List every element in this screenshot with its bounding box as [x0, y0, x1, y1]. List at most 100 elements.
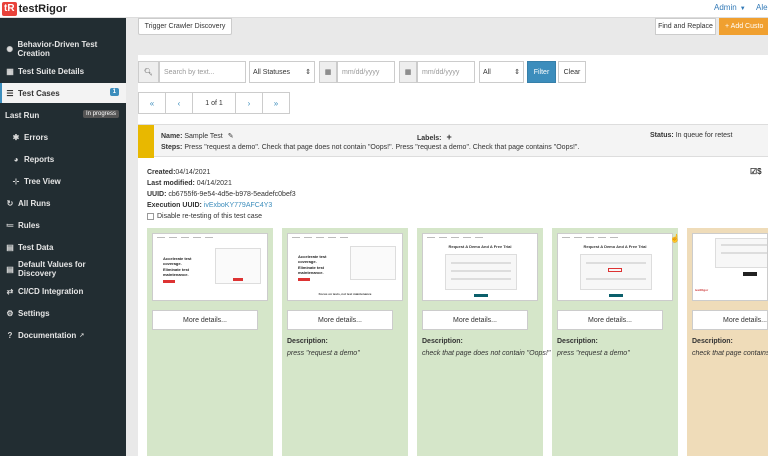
sidebar-item-documentation[interactable]: ? Documentation ↗ [0, 325, 126, 345]
sidebar-item-reports[interactable]: ◕ Reports [0, 149, 126, 169]
sidebar-item-bdd[interactable]: ✺ Behavior-Driven Test Creation [0, 39, 126, 59]
external-link-icon: ↗ [79, 332, 85, 339]
screenshot-thumbnail[interactable]: Request A Demo And A Free Trial [557, 233, 673, 301]
page-info: 1 of 1 [192, 92, 236, 114]
date-to-input[interactable]: mm/dd/yyyy [417, 61, 475, 83]
description-text: check that page contains "Oops!" [692, 350, 768, 357]
table-icon: ▤ [6, 264, 14, 274]
pie-chart-icon: ◕ [13, 154, 19, 164]
screenshot-thumbnail[interactable]: Accelerate test coverage. Eliminate test… [287, 233, 403, 301]
more-details-label: More details... [723, 316, 767, 324]
sidebar-item-label: Test Data [18, 242, 54, 252]
thumb-hero-2: Eliminate test maintenance. [163, 267, 190, 277]
description-text: check that page does not contain "Oops!" [422, 350, 551, 357]
sidebar-item-rules[interactable]: ≔ Rules [0, 215, 126, 235]
more-details-button[interactable]: More details... [692, 310, 768, 330]
steps-label: Steps: [161, 144, 183, 151]
calendar-icon[interactable]: ▦ [319, 61, 337, 83]
sidebar-item-test-data[interactable]: ▤ Test Data [0, 237, 126, 257]
description-label: Description: [422, 338, 463, 345]
history-icon: ↻ [6, 198, 14, 208]
test-case-steps: Steps: Press "request a demo". Check tha… [161, 144, 579, 151]
filter-bar: 🔍︎ Search by text... All Statuses ⇕ ▦ mm… [138, 61, 768, 83]
description-text: press "request a demo" [287, 350, 360, 357]
sidebar-item-cicd[interactable]: ⇄ CI/CD Integration [0, 281, 126, 301]
sidebar-item-label: Behavior-Driven Test Creation [17, 40, 98, 58]
updown-icon: ⇕ [305, 69, 311, 76]
more-details-button[interactable]: More details... [152, 310, 258, 330]
add-label-icon[interactable]: + [446, 132, 451, 142]
date-from-input[interactable]: mm/dd/yyyy [337, 61, 395, 83]
list-icon: ☰ [6, 88, 14, 98]
sidebar-item-all-runs[interactable]: ↻ All Runs [0, 193, 126, 213]
labels-label: Labels: [417, 135, 442, 142]
gears-icon: ⚙ [6, 308, 14, 318]
test-cases-count-badge: 1 [109, 88, 119, 96]
sidebar-item-label: All Runs [18, 198, 51, 208]
trigger-crawler-button[interactable]: Trigger Crawler Discovery [138, 18, 232, 35]
tree-icon: ⊹ [12, 176, 20, 186]
screenshot-card: Accelerate test coverage. Eliminate test… [147, 228, 273, 456]
sidebar: ✺ Behavior-Driven Test Creation ▦ Test S… [0, 18, 126, 456]
clear-button[interactable]: Clear [558, 61, 586, 83]
sidebar-item-label: Test Cases [18, 88, 60, 98]
last-page-button[interactable]: » [262, 92, 290, 114]
sidebar-item-test-cases[interactable]: ☰ Test Cases 1 [0, 83, 126, 103]
thumb-hero-1: Accelerate test coverage. [298, 254, 327, 264]
cicd-icon: ⇄ [6, 286, 14, 296]
status-select[interactable]: All Statuses ⇕ [249, 61, 315, 83]
thumb-logo: testRigor [695, 288, 709, 292]
download-icon[interactable]: ☑$ [750, 167, 762, 176]
sidebar-item-label: Last Run [5, 110, 40, 120]
sidebar-item-settings[interactable]: ⚙ Settings [0, 303, 126, 323]
more-details-button[interactable]: More details... [422, 310, 528, 330]
calendar-icon[interactable]: ▦ [399, 61, 417, 83]
sidebar-item-test-suite-details[interactable]: ▦ Test Suite Details [0, 61, 126, 81]
question-icon: ? [7, 330, 13, 340]
type-select[interactable]: All ⇕ [479, 61, 524, 83]
sidebar-item-tree-view[interactable]: ⊹ Tree View [0, 171, 126, 191]
filter-button[interactable]: Filter [527, 61, 556, 83]
sidebar-item-errors[interactable]: ✱ Errors [0, 127, 126, 147]
sidebar-item-default-values[interactable]: ▤ Default Values for Discovery [0, 259, 126, 279]
sidebar-item-label: Default Values for Discovery [18, 260, 86, 278]
bug-icon: ✱ [12, 132, 20, 142]
add-custom-button[interactable]: + Add Custo [719, 18, 768, 35]
find-replace-button[interactable]: Find and Replace [655, 18, 716, 35]
screenshot-thumbnail[interactable]: testRigor [692, 233, 768, 301]
sidebar-item-label: CI/CD Integration [18, 286, 84, 296]
modified-value: 04/14/2021 [196, 180, 232, 187]
exec-uuid-label: Execution UUID: [147, 202, 202, 209]
cursor-icon: ☝ [670, 234, 680, 243]
screenshot-card: Accelerate test coverage. Eliminate test… [282, 228, 408, 456]
pagination: « ‹ 1 of 1 › » [138, 92, 290, 114]
admin-menu[interactable]: Admin ▼ [714, 3, 746, 12]
name-label: Name: [161, 133, 183, 140]
screenshot-thumbnail[interactable]: Accelerate test coverage. Eliminate test… [152, 233, 268, 301]
status-badge: In progress [82, 110, 119, 118]
exec-uuid-link[interactable]: ivExboKY779AFC4Y3 [204, 202, 272, 209]
prev-page-button[interactable]: ‹ [165, 92, 193, 114]
screenshot-thumbnail[interactable]: Request A Demo And A Free Trial [422, 233, 538, 301]
disable-retest-checkbox[interactable] [147, 212, 154, 220]
description-label: Description: [557, 338, 598, 345]
sidebar-item-last-run[interactable]: Last Run In progress [0, 105, 126, 125]
logo[interactable]: tR testRigor [2, 1, 67, 16]
user-menu[interactable]: Ale [756, 3, 768, 12]
more-details-button[interactable]: More details... [287, 310, 393, 330]
caret-down-icon: ▼ [739, 6, 746, 12]
sidebar-item-label: Reports [24, 154, 55, 164]
edit-icon[interactable]: ✎ [228, 133, 234, 140]
sidebar-item-label: Settings [18, 308, 50, 318]
test-case-status: Status: In queue for retest [650, 132, 733, 139]
next-page-button[interactable]: › [235, 92, 263, 114]
type-select-value: All [483, 68, 491, 76]
more-details-button[interactable]: More details... [557, 310, 663, 330]
search-input[interactable]: Search by text... [159, 61, 246, 83]
search-icon: 🔍︎ [138, 61, 159, 83]
first-page-button[interactable]: « [138, 92, 166, 114]
description-label: Description: [287, 338, 328, 345]
sidebar-item-label: Documentation [18, 330, 77, 340]
sidebar-item-label: Rules [18, 220, 40, 230]
created-value: 04/14/2021 [175, 169, 211, 176]
